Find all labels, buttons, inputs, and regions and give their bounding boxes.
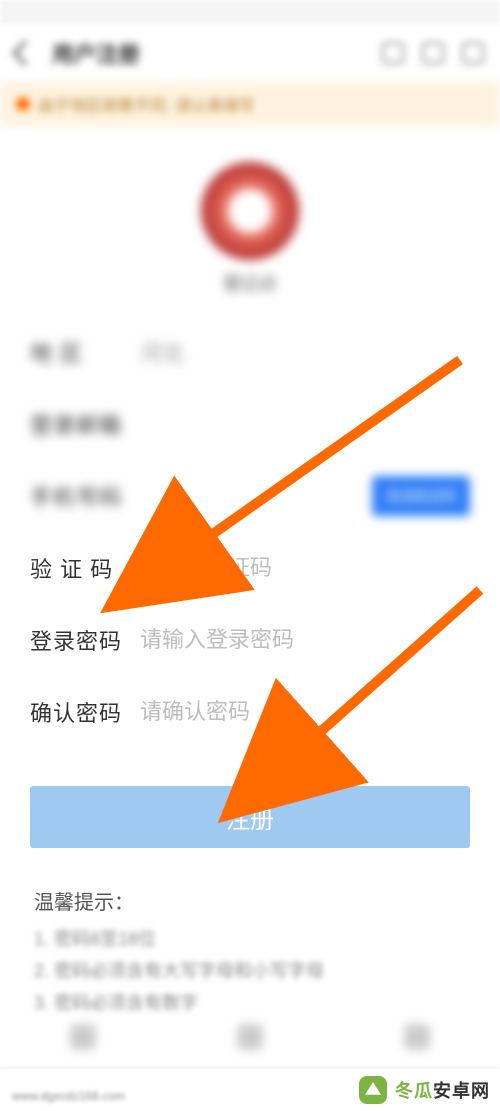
tips-title: 温馨提示： — [34, 886, 466, 915]
field-region: 地 区 河北 — [30, 316, 470, 388]
confirm-input[interactable] — [140, 699, 470, 725]
bottom-toolbar — [0, 1011, 500, 1063]
action-icon-1[interactable] — [382, 42, 404, 64]
toolbar-icon[interactable] — [404, 1024, 430, 1050]
field-email: 登录邮箱 — [30, 388, 470, 460]
email-label: 登录邮箱 — [30, 408, 140, 440]
notice-text: 由于地区政策不同, 请认真填写 — [38, 92, 255, 116]
header-actions — [382, 42, 484, 64]
password-label: 登录密码 — [30, 624, 140, 656]
app-header: 用户注册 — [0, 24, 500, 82]
field-verify-code: 验 证 码 — [30, 532, 470, 604]
avatar-section: 登记点 — [0, 162, 500, 296]
toolbar-icon[interactable] — [237, 1024, 263, 1050]
watermark-bar: www.dgxcdz168.com 冬瓜安卓网 — [0, 1069, 500, 1111]
avatar-name: 登记点 — [223, 270, 277, 296]
notice-dot-icon — [16, 97, 30, 111]
watermark-brand-a: 冬瓜 — [395, 1081, 433, 1101]
tips-list: 密码8至18位 密码必须含有大写字母和小写字母 密码必须含有数字 — [34, 925, 466, 1015]
send-sms-button[interactable]: 发送验证码 — [372, 476, 470, 516]
password-input[interactable] — [140, 627, 470, 653]
watermark-logo-icon — [359, 1076, 387, 1104]
verify-label: 验 证 码 — [30, 552, 140, 584]
field-password: 登录密码 — [30, 604, 470, 676]
field-phone: 手机号码 发送验证码 — [30, 460, 470, 532]
confirm-label: 确认密码 — [30, 696, 140, 728]
region-label: 地 区 — [30, 336, 140, 368]
register-button[interactable]: 注册 — [30, 786, 470, 848]
status-bar — [0, 0, 500, 24]
field-confirm-password: 确认密码 — [30, 676, 470, 748]
notice-banner: 由于地区政策不同, 请认真填写 — [0, 82, 500, 126]
action-icon-3[interactable] — [462, 42, 484, 64]
tips-item: 密码必须含有大写字母和小写字母 — [34, 957, 466, 983]
phone-label: 手机号码 — [30, 480, 140, 512]
watermark-text: 冬瓜安卓网 — [395, 1077, 490, 1103]
watermark-brand-b: 安卓网 — [433, 1081, 490, 1101]
action-icon-2[interactable] — [422, 42, 444, 64]
avatar-image — [201, 162, 299, 260]
register-form: 地 区 河北 登录邮箱 手机号码 发送验证码 验 证 码 登录密码 确认密码 — [0, 316, 500, 748]
back-icon[interactable] — [12, 40, 37, 65]
region-value[interactable]: 河北 — [140, 336, 470, 368]
verify-input[interactable] — [140, 555, 470, 581]
tips-section: 温馨提示： 密码8至18位 密码必须含有大写字母和小写字母 密码必须含有数字 — [0, 886, 500, 1015]
watermark-url: www.dgxcdz168.com — [12, 1089, 125, 1103]
toolbar-icon[interactable] — [70, 1024, 96, 1050]
page-title: 用户注册 — [52, 37, 382, 69]
tips-item: 密码8至18位 — [34, 925, 466, 951]
